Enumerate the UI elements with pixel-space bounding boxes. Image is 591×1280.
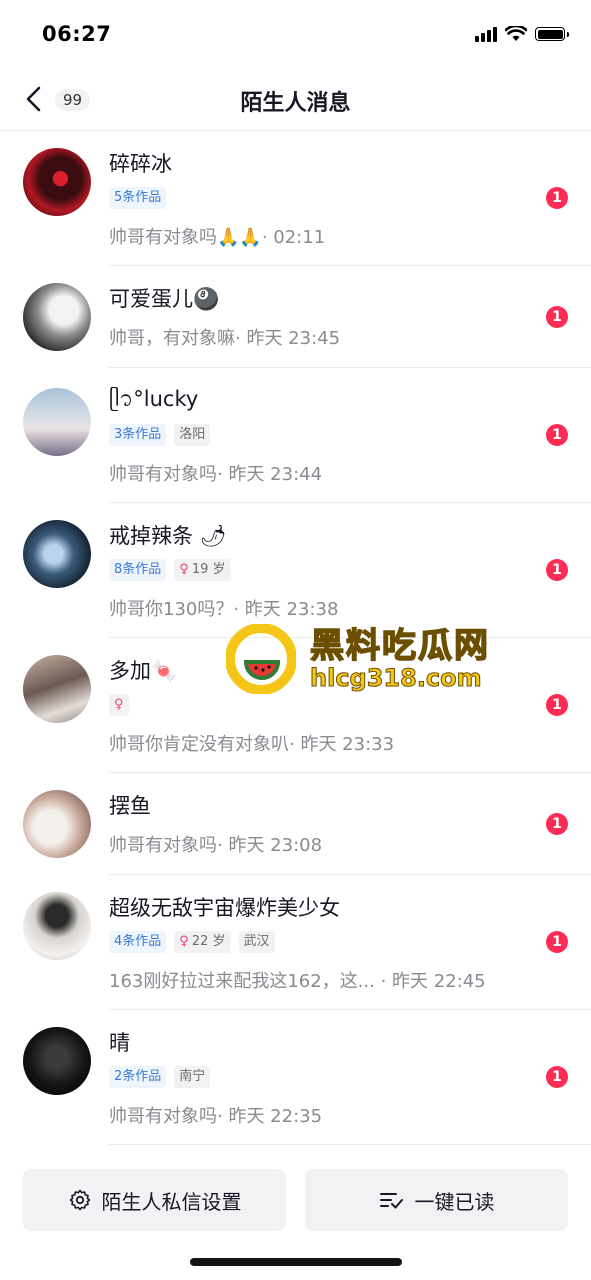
avatar[interactable] xyxy=(23,892,91,960)
unread-badge: 1 xyxy=(546,559,568,581)
message-preview: 帅哥有对象吗· 昨天 23:44 xyxy=(109,464,323,485)
cellular-signal-icon xyxy=(475,26,497,42)
female-icon: ♀ xyxy=(179,562,189,577)
works-count-tag: 4条作品 xyxy=(109,931,167,953)
message-preview: 帅哥有对象吗🙏🙏· 02:11 xyxy=(109,227,326,248)
works-count-tag: 8条作品 xyxy=(109,559,167,581)
avatar[interactable] xyxy=(23,655,91,723)
message-row[interactable]: 碎碎冰 5条作品 帅哥有对象吗🙏🙏· 02:11 1 xyxy=(0,131,591,266)
tag-group: ♀ xyxy=(109,694,129,716)
message-row[interactable]: 可爱蛋儿🎱 帅哥，有对象嘛· 昨天 23:45 1 xyxy=(0,266,591,368)
location-tag: 洛阳 xyxy=(174,424,211,446)
message-row[interactable]: 超级无敌宇宙爆炸美少女 4条作品 ♀ 22 岁 武汉 163刚好拉过来配我这16… xyxy=(0,875,591,1010)
contact-name: 碎碎冰 xyxy=(109,152,172,176)
avatar[interactable] xyxy=(23,790,91,858)
watermelon-logo-icon xyxy=(226,624,296,694)
gear-icon xyxy=(69,1189,90,1211)
message-row[interactable]: 摆鱼 帅哥有对象吗· 昨天 23:08 1 xyxy=(0,773,591,875)
message-preview: 帅哥有对象吗· 昨天 23:08 xyxy=(109,835,323,856)
contact-name: 摆鱼 xyxy=(109,794,151,818)
unread-badge: 1 xyxy=(546,931,568,953)
unread-badge: 1 xyxy=(546,424,568,446)
gender-tag: ♀ xyxy=(109,694,129,716)
avatar[interactable] xyxy=(23,1027,91,1095)
unread-badge: 1 xyxy=(546,813,568,835)
battery-icon xyxy=(535,27,569,41)
unread-badge: 1 xyxy=(546,306,568,328)
tag-group: 5条作品 xyxy=(109,187,167,209)
message-preview: 163刚好拉过来配我这162，这... · 昨天 22:45 xyxy=(109,971,486,992)
bottom-action-bar: 陌生人私信设置 一键已读 xyxy=(0,1145,591,1280)
age-tag: ♀ 22 岁 xyxy=(174,931,231,953)
age-text: 19 岁 xyxy=(191,562,226,577)
mark-read-list-icon xyxy=(379,1193,403,1209)
read-all-button-label: 一键已读 xyxy=(414,1189,495,1214)
watermark-title: 黑料吃瓜网 xyxy=(309,625,490,667)
message-row[interactable]: 晴 2条作品 南宁 帅哥有对象吗· 昨天 22:35 1 xyxy=(0,1010,591,1145)
contact-name: 晴 xyxy=(109,1031,130,1055)
avatar[interactable] xyxy=(23,148,91,216)
unread-badge: 1 xyxy=(546,694,568,716)
watermark-url: hlcg318.com xyxy=(310,664,483,693)
nav-bar: 99 陌生人消息 xyxy=(0,70,591,131)
avatar[interactable] xyxy=(23,520,91,588)
status-bar: 06:27 xyxy=(0,0,591,70)
avatar[interactable] xyxy=(23,283,91,351)
message-preview: 帅哥，有对象嘛· 昨天 23:45 xyxy=(109,328,341,349)
age-tag: ♀ 19 岁 xyxy=(174,559,231,581)
unread-badge: 1 xyxy=(546,1066,568,1088)
message-preview: 帅哥你肯定没有对象叭· 昨天 23:33 xyxy=(109,734,395,755)
mark-all-read-button[interactable]: 一键已读 xyxy=(305,1169,568,1231)
location-tag: 南宁 xyxy=(174,1066,211,1088)
tag-group: 3条作品 洛阳 xyxy=(109,424,211,446)
tag-group: 8条作品 ♀ 19 岁 xyxy=(109,559,231,581)
location-tag: 武汉 xyxy=(238,931,275,953)
tag-group: 4条作品 ♀ 22 岁 武汉 xyxy=(109,931,275,953)
works-count-tag: 3条作品 xyxy=(109,424,167,446)
contact-name: 多加🍬 xyxy=(109,659,178,683)
female-icon: ♀ xyxy=(114,697,124,712)
works-count-tag: 5条作品 xyxy=(109,187,167,209)
message-preview: 帅哥有对象吗· 昨天 22:35 xyxy=(109,1106,323,1127)
tag-group: 2条作品 南宁 xyxy=(109,1066,211,1088)
status-icons xyxy=(475,26,569,42)
works-count-tag: 2条作品 xyxy=(109,1066,167,1088)
female-icon: ♀ xyxy=(179,934,189,949)
settings-button-label: 陌生人私信设置 xyxy=(101,1189,242,1214)
contact-name: 超级无敌宇宙爆炸美少女 xyxy=(109,896,340,920)
stranger-dm-settings-button[interactable]: 陌生人私信设置 xyxy=(23,1169,286,1231)
contact-name: 可爱蛋儿🎱 xyxy=(109,287,220,311)
watermark: 黑料吃瓜网 hlcg318.com xyxy=(222,618,532,698)
status-time: 06:27 xyxy=(42,22,112,46)
wifi-icon xyxy=(505,26,527,41)
unread-badge: 1 xyxy=(546,187,568,209)
age-text: 22 岁 xyxy=(191,934,226,949)
contact-name: 戒掉辣条 🌶 xyxy=(109,524,227,548)
home-indicator[interactable] xyxy=(190,1258,402,1266)
message-row[interactable]: ᥫ᭡°lucky 3条作品 洛阳 帅哥有对象吗· 昨天 23:44 1 xyxy=(0,368,591,503)
page-title: 陌生人消息 xyxy=(240,91,351,116)
avatar[interactable] xyxy=(23,388,91,456)
contact-name: ᥫ᭡°lucky xyxy=(109,387,199,411)
